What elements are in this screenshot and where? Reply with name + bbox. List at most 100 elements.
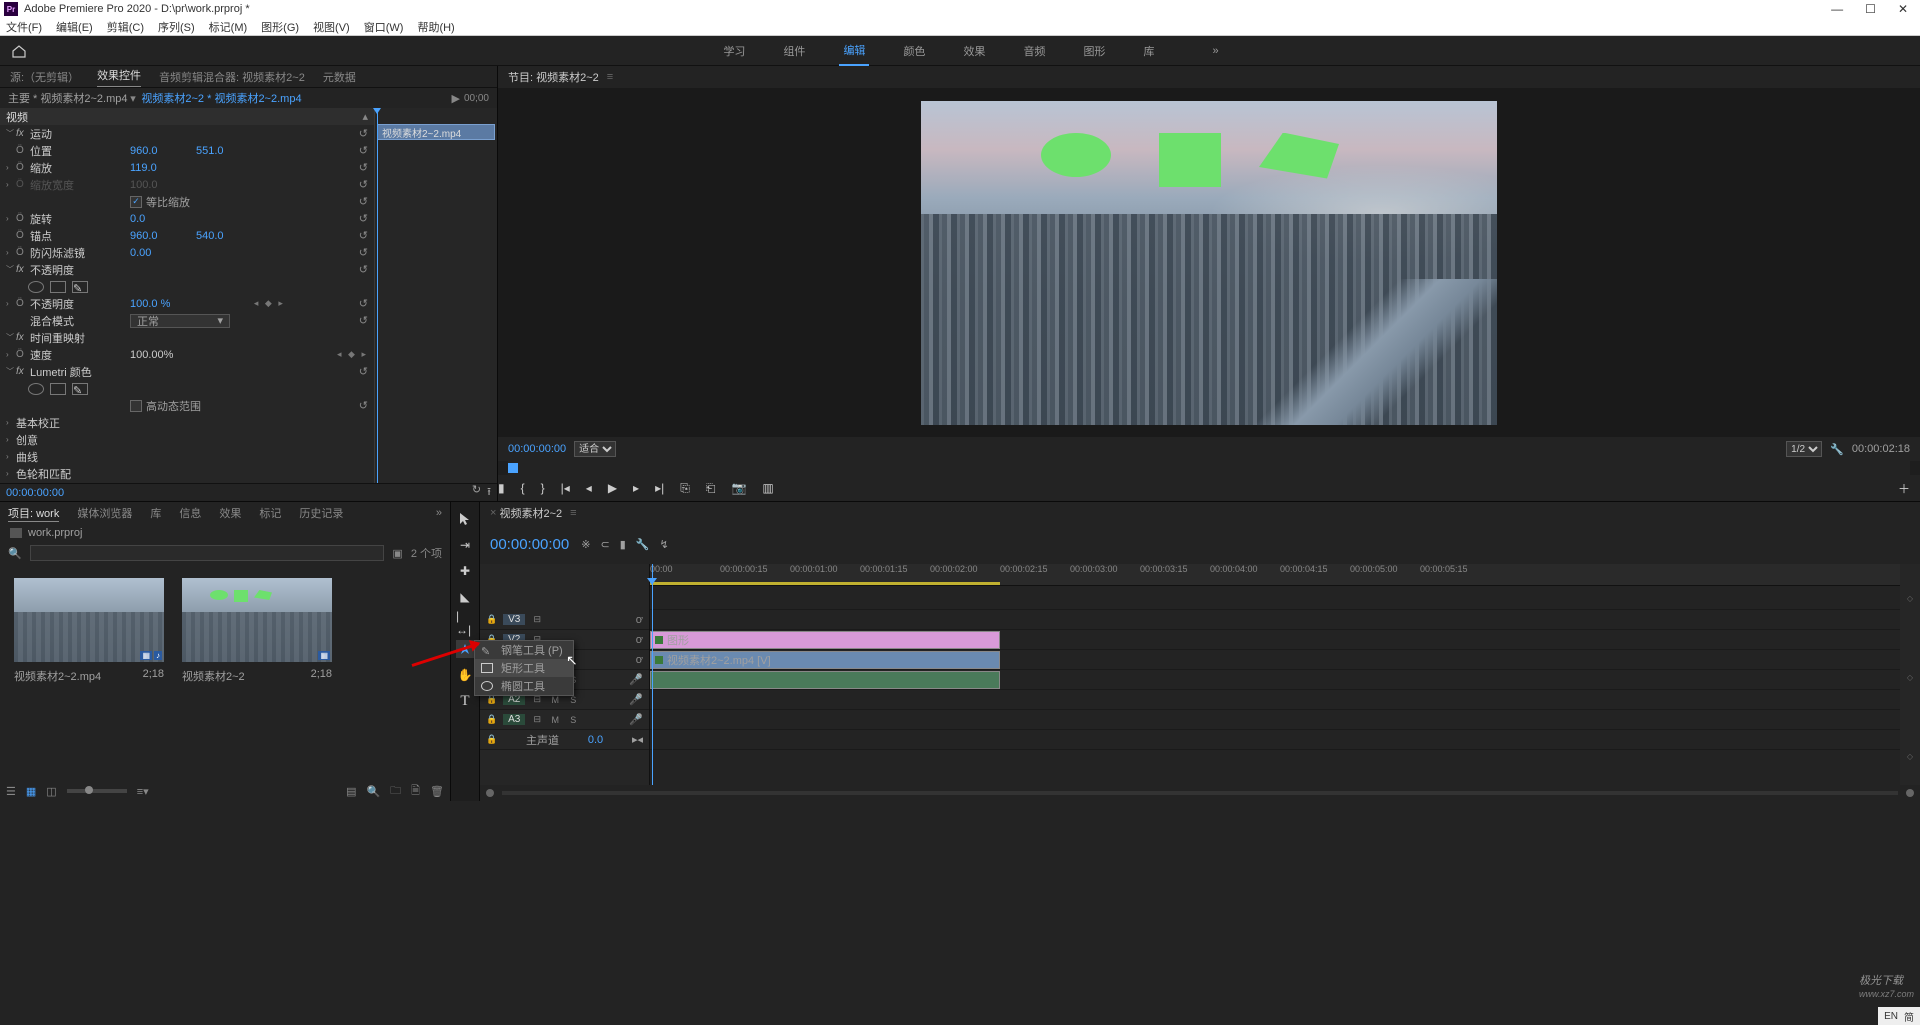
curves-section[interactable]: 曲线 (16, 449, 116, 465)
export-frame-icon[interactable]: 📷 (731, 481, 746, 495)
mute-icon[interactable]: ⊟ (531, 714, 543, 725)
reset-icon[interactable]: ↺ (359, 127, 368, 140)
instance-clip-label[interactable]: 视频素材2~2 * 视频素材2~2.mp4 (141, 93, 301, 105)
program-monitor[interactable] (498, 88, 1920, 437)
fit-dropdown[interactable]: 适合 (574, 441, 616, 457)
comparison-icon[interactable]: ▥ (762, 481, 773, 495)
track-select-tool[interactable]: ⇥ (456, 536, 474, 554)
toggle-output-icon[interactable]: ⊟ (531, 614, 543, 625)
mini-playhead[interactable] (377, 108, 378, 483)
motion-label[interactable]: 运动 (30, 126, 130, 142)
menu-view[interactable]: 视图(V) (313, 19, 350, 35)
ime-status[interactable]: EN简 (1878, 1007, 1920, 1025)
clip-video[interactable]: 视频素材2~2.mp4 [V] (650, 651, 1000, 669)
menu-graphics[interactable]: 图形(G) (261, 19, 299, 35)
menu-edit[interactable]: 编辑(E) (56, 19, 93, 35)
timeline-playhead[interactable] (652, 564, 653, 785)
icon-view-icon[interactable]: ▦ (26, 785, 36, 798)
position-x[interactable]: 960.0 (130, 145, 180, 157)
lift-icon[interactable]: ⎘ (680, 481, 690, 496)
collapse-icon[interactable]: ▸◂ (632, 733, 643, 746)
program-ruler[interactable] (508, 461, 1910, 475)
auto-sequence-icon[interactable]: ▤ (346, 785, 356, 798)
section-toggle-icon[interactable]: ▴ (362, 110, 368, 123)
tab-media-browser[interactable]: 媒体浏览器 (77, 505, 132, 521)
rotation-value[interactable]: 0.0 (130, 213, 180, 225)
step-fwd-icon[interactable]: ▸ (633, 481, 639, 495)
program-playhead[interactable] (508, 463, 518, 473)
reset-icon[interactable]: ↺ (359, 161, 368, 174)
anchor-x[interactable]: 960.0 (130, 230, 180, 242)
tab-markers[interactable]: 标记 (259, 505, 281, 521)
mic-icon[interactable]: 🎤 (629, 673, 643, 686)
razor-tool[interactable]: ◣ (456, 588, 474, 606)
freeform-view-icon[interactable]: ◫ (46, 785, 56, 798)
ripple-edit-tool[interactable]: ✚ (456, 562, 474, 580)
anchor-y[interactable]: 540.0 (196, 230, 224, 242)
pen-mask-icon[interactable]: ✎ (72, 383, 88, 395)
reset-icon[interactable]: ↺ (359, 195, 368, 208)
filter-icon[interactable]: ▣ (392, 547, 402, 560)
reset-icon[interactable]: ↺ (359, 365, 368, 378)
sort-icon[interactable]: ≡▾ (137, 785, 149, 798)
go-in-icon[interactable]: |◂ (561, 481, 570, 495)
reset-icon[interactable]: ↺ (359, 144, 368, 157)
play-icon[interactable]: ▶ (608, 481, 617, 495)
master-volume[interactable]: 0.0 (588, 734, 603, 746)
tab-project[interactable]: 项目: work (8, 505, 59, 522)
clip-graphics[interactable]: 图形 (650, 631, 1000, 649)
new-item-icon[interactable]: 🗎 (411, 782, 420, 801)
uniform-scale-checkbox[interactable]: ✓ (130, 196, 142, 208)
mic-icon[interactable]: 🎤 (629, 693, 643, 706)
ws-library[interactable]: 库 (1139, 37, 1158, 65)
settings-icon[interactable]: 🔧 (636, 538, 650, 551)
clip-audio[interactable] (650, 671, 1000, 689)
type-tool[interactable]: T (456, 692, 474, 710)
go-out-icon[interactable]: ▸| (655, 481, 664, 495)
speed-value[interactable]: 100.00% (130, 349, 180, 361)
track-v3[interactable]: V3 (503, 614, 525, 625)
position-y[interactable]: 551.0 (196, 145, 224, 157)
rect-mask-icon[interactable] (50, 281, 66, 293)
extract-icon[interactable]: ⎗ (706, 481, 716, 496)
ellipse-mask-icon[interactable] (28, 281, 44, 293)
basic-correction[interactable]: 基本校正 (16, 415, 116, 431)
work-area-bar[interactable] (650, 582, 1000, 585)
reset-icon[interactable]: ↺ (359, 399, 368, 412)
ws-color[interactable]: 颜色 (899, 37, 929, 65)
source-timecode[interactable]: 00:00:00:00 (6, 487, 64, 499)
sequence-timecode[interactable]: 00:00:00:00 (490, 536, 569, 553)
program-tab-label[interactable]: 节目: 视频素材2~2 (508, 69, 599, 85)
in-point-icon[interactable]: { (521, 481, 525, 495)
flicker-value[interactable]: 0.00 (130, 247, 180, 259)
lumetri-section[interactable]: Lumetri 颜色 (30, 364, 130, 380)
hand-tool[interactable]: ✋ (456, 666, 474, 684)
pen-mask-icon[interactable]: ✎ (72, 281, 88, 293)
timeline-area[interactable]: 00:00 00:00:00:15 00:00:01:00 00:00:01:1… (650, 564, 1900, 785)
reset-icon[interactable]: ↺ (359, 314, 368, 327)
ws-learn[interactable]: 学习 (719, 37, 749, 65)
new-bin-icon[interactable]: 🗀 (390, 782, 401, 801)
menu-marker[interactable]: 标记(M) (209, 19, 248, 35)
export-frame-icon[interactable]: ⭱ (487, 483, 491, 502)
minimize-button[interactable]: — (1831, 2, 1843, 16)
button-editor-icon[interactable]: ＋ (1898, 480, 1910, 497)
program-timecode[interactable]: 00:00:00:00 (508, 443, 566, 455)
linked-selection-icon[interactable]: ⊂ (600, 538, 609, 551)
reset-icon[interactable]: ↺ (359, 212, 368, 225)
zoom-in-handle[interactable] (1906, 789, 1914, 797)
ws-assembly[interactable]: 组件 (779, 37, 809, 65)
selection-tool[interactable] (456, 510, 474, 528)
loop-icon[interactable]: ↻ (472, 483, 481, 502)
reset-icon[interactable]: ↺ (359, 246, 368, 259)
tab-effects[interactable]: 效果 (219, 505, 241, 521)
timeline-scrollbar[interactable] (502, 791, 1898, 795)
tabs-overflow-icon[interactable]: » (436, 507, 442, 519)
close-button[interactable]: ✕ (1898, 2, 1908, 16)
tab-effect-controls[interactable]: 效果控件 (97, 67, 141, 87)
resolution-dropdown[interactable]: 1/2 (1786, 441, 1822, 457)
eye-icon[interactable]: ơ (636, 654, 643, 666)
panel-menu-icon[interactable]: ≡ (607, 71, 613, 83)
sequence-tab[interactable]: 视频素材2~2 (500, 505, 563, 521)
tab-history[interactable]: 历史记录 (299, 505, 343, 521)
